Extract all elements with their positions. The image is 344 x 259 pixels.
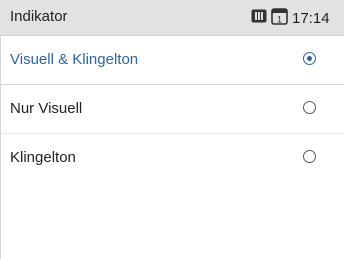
radio-button[interactable] (303, 150, 316, 163)
radio-button-checked[interactable] (303, 52, 316, 65)
option-label: Visuell & Klingelton (10, 51, 139, 68)
calendar-day-number: 1 (277, 14, 282, 24)
sim-card-icon (251, 8, 267, 29)
option-visual-and-ringtone[interactable]: Visuell & Klingelton (0, 36, 344, 85)
status-bar: Indikator 1 17:14 (0, 0, 344, 36)
page-title: Indikator (10, 8, 68, 25)
option-label: Nur Visuell (10, 100, 83, 117)
option-visual-only[interactable]: Nur Visuell (0, 85, 344, 134)
option-label: Klingelton (10, 149, 76, 166)
left-border-divider (0, 36, 1, 259)
calendar-icon: 1 (271, 7, 288, 30)
option-ringtone[interactable]: Klingelton (0, 134, 344, 183)
status-indicators: 1 17:14 (251, 7, 330, 29)
radio-button[interactable] (303, 101, 316, 114)
clock-time: 17:14 (292, 9, 330, 27)
indicator-options-list: Visuell & Klingelton Nur Visuell Klingel… (0, 36, 344, 183)
